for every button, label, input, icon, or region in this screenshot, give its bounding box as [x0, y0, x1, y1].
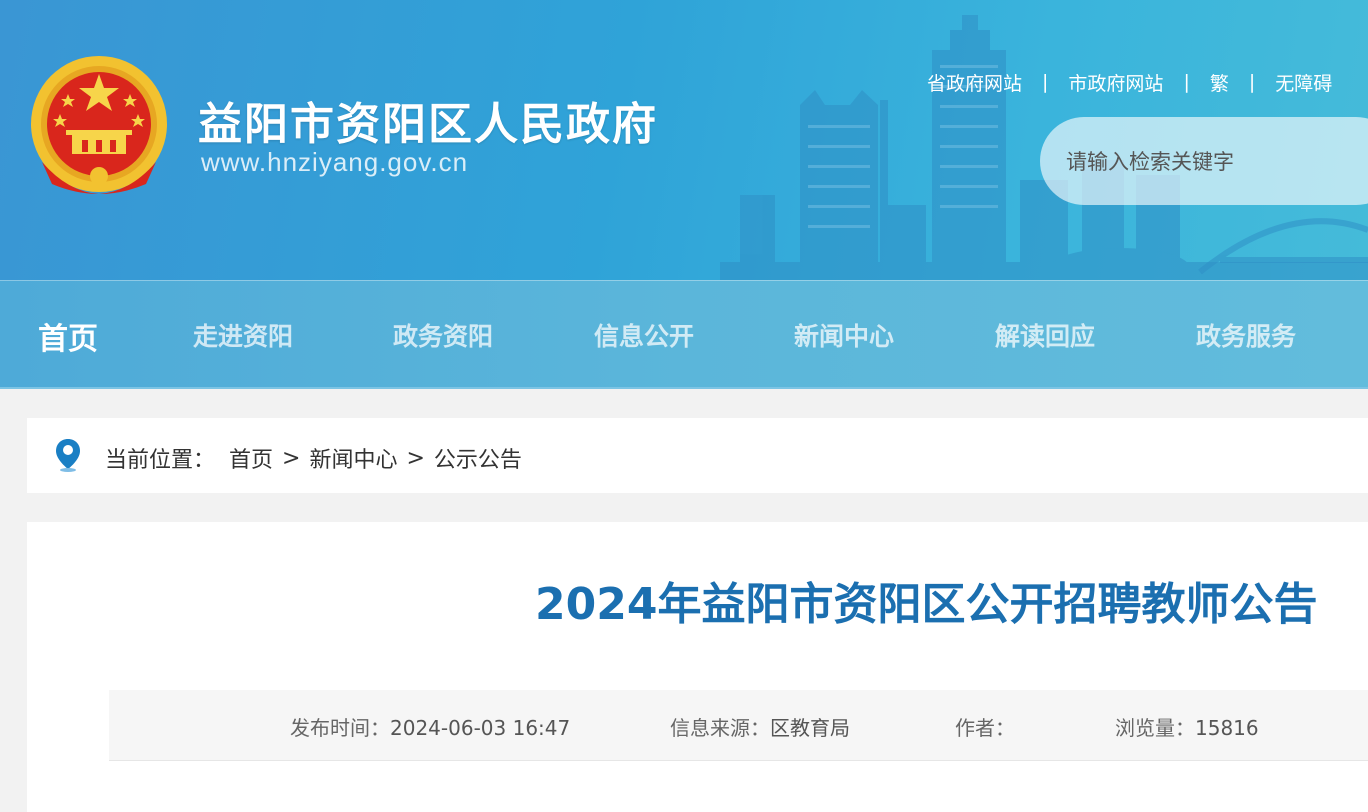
accessibility-link[interactable]: 无障碍 [1275, 69, 1332, 96]
article-meta: 发布时间：2024-06-03 16:47 信息来源：区教育局 作者： 浏览量：… [109, 690, 1368, 761]
location-pin-icon [56, 439, 80, 472]
nav-news-center[interactable]: 新闻中心 [794, 317, 894, 353]
publish-time-value: 2024-06-03 16:47 [390, 716, 571, 740]
top-links: 省政府网站 | 市政府网站 | 繁 | 无障碍 [927, 68, 1332, 96]
publish-time: 发布时间：2024-06-03 16:47 [290, 712, 570, 741]
breadcrumb-separator: > [282, 445, 301, 471]
breadcrumb-news-center[interactable]: 新闻中心 [309, 442, 397, 474]
nav-about-ziyang[interactable]: 走进资阳 [193, 317, 293, 353]
nav-home[interactable]: 首页 [38, 314, 98, 358]
link-separator: | [1248, 71, 1256, 93]
breadcrumb-trail: 当前位置： 首页 > 新闻中心 > 公示公告 [105, 442, 522, 474]
info-source: 信息来源：区教育局 [670, 712, 850, 741]
info-source-label: 信息来源： [670, 716, 770, 740]
info-source-value: 区教育局 [770, 716, 850, 740]
nav-government-affairs[interactable]: 政务资阳 [393, 317, 493, 353]
search-input[interactable] [1064, 141, 1368, 183]
author: 作者： [955, 712, 1015, 741]
breadcrumb-home[interactable]: 首页 [229, 442, 273, 474]
nav-government-services[interactable]: 政务服务 [1196, 317, 1296, 353]
main-nav: 首页 走进资阳 政务资阳 信息公开 新闻中心 解读回应 政务服务 [0, 280, 1368, 389]
breadcrumb-label: 当前位置： [105, 448, 216, 473]
breadcrumb-separator: > [406, 445, 425, 471]
site-url: www.hnziyang.gov.cn [201, 147, 469, 177]
article-title: 2024年益阳市资阳区公开招聘教师公告 [535, 579, 1318, 630]
site-header: 益阳市资阳区人民政府 www.hnziyang.gov.cn 省政府网站 | 市… [0, 0, 1368, 280]
author-label: 作者： [955, 716, 1015, 740]
view-count: 浏览量：15816 [1115, 712, 1259, 741]
province-gov-link[interactable]: 省政府网站 [927, 69, 1022, 96]
publish-time-label: 发布时间： [290, 716, 390, 740]
city-gov-link[interactable]: 市政府网站 [1068, 69, 1163, 96]
nav-information-disclosure[interactable]: 信息公开 [594, 317, 694, 353]
traditional-chinese-link[interactable]: 繁 [1210, 69, 1229, 96]
nav-interpretation[interactable]: 解读回应 [995, 317, 1095, 353]
national-emblem-icon [31, 56, 167, 194]
breadcrumb-announcements[interactable]: 公示公告 [434, 442, 522, 474]
search-box [1040, 117, 1368, 205]
site-title: 益阳市资阳区人民政府 [198, 99, 658, 150]
view-count-label: 浏览量： [1115, 716, 1195, 740]
link-separator: | [1183, 71, 1190, 93]
view-count-value: 15816 [1195, 716, 1259, 740]
breadcrumb: 当前位置： 首页 > 新闻中心 > 公示公告 [27, 418, 1368, 493]
article-container: 2024年益阳市资阳区公开招聘教师公告 发布时间：2024-06-03 16:4… [27, 522, 1368, 812]
link-separator: | [1042, 71, 1049, 93]
